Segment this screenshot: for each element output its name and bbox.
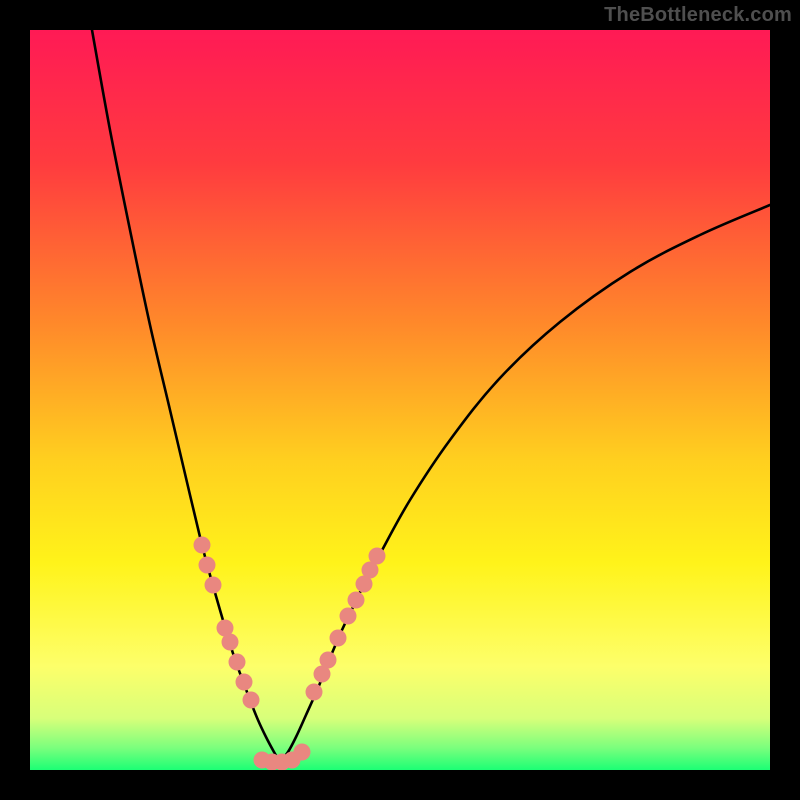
marker-dot [222,634,239,651]
chart-background-gradient [30,30,770,770]
marker-dot [243,692,260,709]
marker-dot [330,630,347,647]
marker-dot [194,537,211,554]
marker-dot [348,592,365,609]
marker-dot [294,744,311,761]
watermark-text: TheBottleneck.com [604,4,792,27]
marker-dot [306,684,323,701]
marker-dot [340,608,357,625]
chart-plot-area [30,30,770,770]
marker-dot [369,548,386,565]
marker-dot [236,674,253,691]
marker-dot [320,652,337,669]
marker-dot [205,577,222,594]
marker-dot [199,557,216,574]
chart-frame: TheBottleneck.com [0,0,800,800]
chart-svg [30,30,770,770]
marker-dot [229,654,246,671]
